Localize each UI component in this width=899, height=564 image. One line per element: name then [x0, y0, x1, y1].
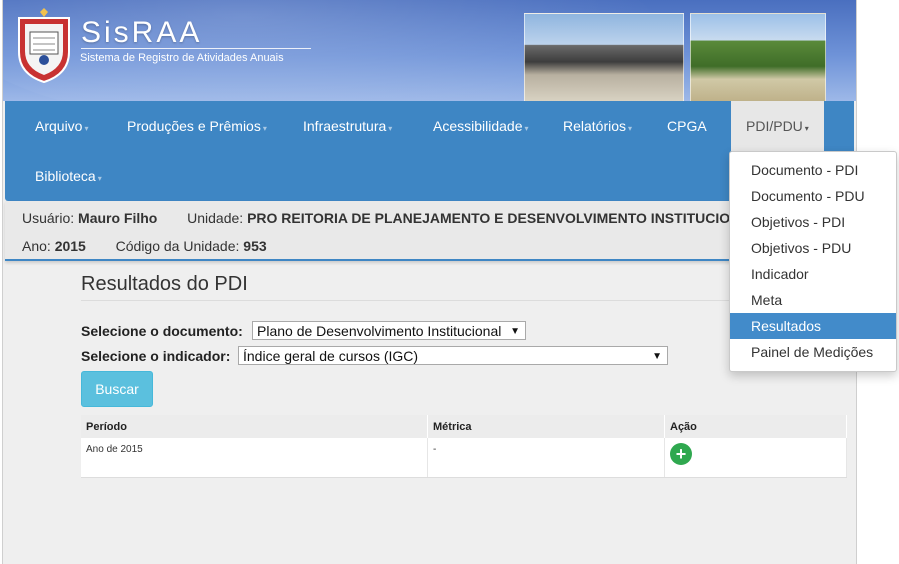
campus-photo-building: [524, 13, 684, 101]
results-table: Período Métrica Ação Ano de 2015 - +: [81, 415, 847, 478]
year-label: Ano:: [22, 238, 51, 254]
year-value: 2015: [54, 238, 86, 254]
table-header-row: Período Métrica Ação: [81, 415, 847, 438]
nav-label: Biblioteca: [35, 168, 96, 184]
column-header-metrica: Métrica: [427, 415, 665, 438]
menu-item-meta[interactable]: Meta: [730, 287, 896, 313]
code-value: 953: [243, 238, 267, 254]
indicator-select[interactable]: Índice geral de cursos (IGC) ▼: [238, 346, 668, 365]
caret-down-icon: ▾: [262, 124, 267, 133]
caret-down-icon: ▾: [628, 124, 633, 133]
pdi-pdu-dropdown-menu: Documento - PDI Documento - PDU Objetivo…: [729, 151, 897, 372]
site-header: SisRAA Sistema de Registro de Atividades…: [3, 0, 856, 101]
document-select-value: Plano de Desenvolvimento Institucional: [257, 323, 502, 339]
nav-item-arquivo[interactable]: Arquivo ▾: [35, 101, 88, 151]
menu-item-objetivos-pdu[interactable]: Objetivos - PDU: [730, 235, 896, 261]
page-title: Resultados do PDI: [81, 273, 248, 295]
nav-item-pdi-pdu[interactable]: PDI/PDU ▾: [731, 101, 824, 151]
column-header-periodo: Período: [81, 415, 428, 438]
menu-item-indicador[interactable]: Indicador: [730, 261, 896, 287]
app-name: SisRAA: [81, 16, 203, 49]
menu-item-painel-medicoes[interactable]: Painel de Medições: [730, 339, 896, 365]
document-label: Selecione o documento:: [81, 323, 243, 339]
indicator-select-value: Índice geral de cursos (IGC): [243, 348, 419, 364]
column-header-acao: Ação: [664, 415, 847, 438]
document-select[interactable]: Plano de Desenvolvimento Institucional ▼: [252, 321, 526, 340]
dropdown-arrow-icon: ▼: [652, 351, 662, 362]
nav-label: Produções e Prêmios: [127, 118, 261, 134]
search-button[interactable]: Buscar: [81, 371, 153, 407]
user-label: Usuário:: [22, 210, 75, 226]
nav-item-relatorios[interactable]: Relatórios ▾: [563, 101, 632, 151]
year-info-row: Ano: 2015 Código da Unidade: 953: [22, 238, 267, 254]
nav-label: Arquivo: [35, 118, 83, 134]
nav-label: CPGA: [667, 118, 707, 134]
unit-name: PRO REITORIA DE PLANEJAMENTO E DESENVOLV…: [247, 210, 731, 226]
unit-label: Unidade:: [187, 210, 244, 226]
menu-item-documento-pdu[interactable]: Documento - PDU: [730, 183, 896, 209]
nav-label: Acessibilidade: [433, 118, 523, 134]
nav-label: Infraestrutura: [303, 118, 387, 134]
cell-acao: +: [664, 438, 847, 478]
dropdown-arrow-icon: ▼: [510, 326, 520, 337]
app-subtitle: Sistema de Registro de Atividades Anuais: [80, 52, 284, 64]
nav-label: Relatórios: [563, 118, 627, 134]
code-label: Código da Unidade:: [115, 238, 240, 254]
nav-label: PDI/PDU: [746, 118, 803, 134]
main-navbar: Arquivo ▾ Produções e Prêmios ▾ Infraestru…: [5, 101, 854, 201]
nav-item-producoes[interactable]: Produções e Prêmios ▾: [127, 101, 267, 151]
caret-down-icon: ▾: [84, 124, 89, 133]
caret-down-icon: ▾: [97, 174, 102, 183]
nav-item-infraestrutura[interactable]: Infraestrutura ▾: [303, 101, 392, 151]
menu-item-resultados[interactable]: Resultados: [730, 313, 896, 339]
nav-item-biblioteca[interactable]: Biblioteca ▾: [35, 151, 102, 201]
nav-item-acessibilidade[interactable]: Acessibilidade ▾: [433, 101, 529, 151]
university-crest-logo: [18, 8, 70, 84]
menu-item-objetivos-pdi[interactable]: Objetivos - PDI: [730, 209, 896, 235]
add-icon[interactable]: +: [670, 443, 692, 465]
menu-item-documento-pdi[interactable]: Documento - PDI: [730, 157, 896, 183]
user-name: Mauro Filho: [78, 210, 158, 226]
table-row: Ano de 2015 - +: [81, 438, 847, 478]
caret-down-icon: ▾: [524, 124, 529, 133]
caret-down-icon: ▾: [804, 124, 809, 133]
caret-down-icon: ▾: [388, 124, 393, 133]
cell-periodo: Ano de 2015: [81, 438, 428, 478]
nav-item-cpga[interactable]: CPGA: [667, 101, 707, 151]
cell-metrica: -: [427, 438, 665, 478]
campus-photo-garden: [690, 13, 826, 101]
logo-divider: [81, 48, 311, 49]
indicator-label: Selecione o indicador:: [81, 348, 231, 364]
user-info-bar: Usuário: Mauro Filho Unidade: PRO REITOR…: [5, 201, 854, 261]
user-info-row: Usuário: Mauro Filho Unidade: PRO REITOR…: [22, 210, 730, 226]
